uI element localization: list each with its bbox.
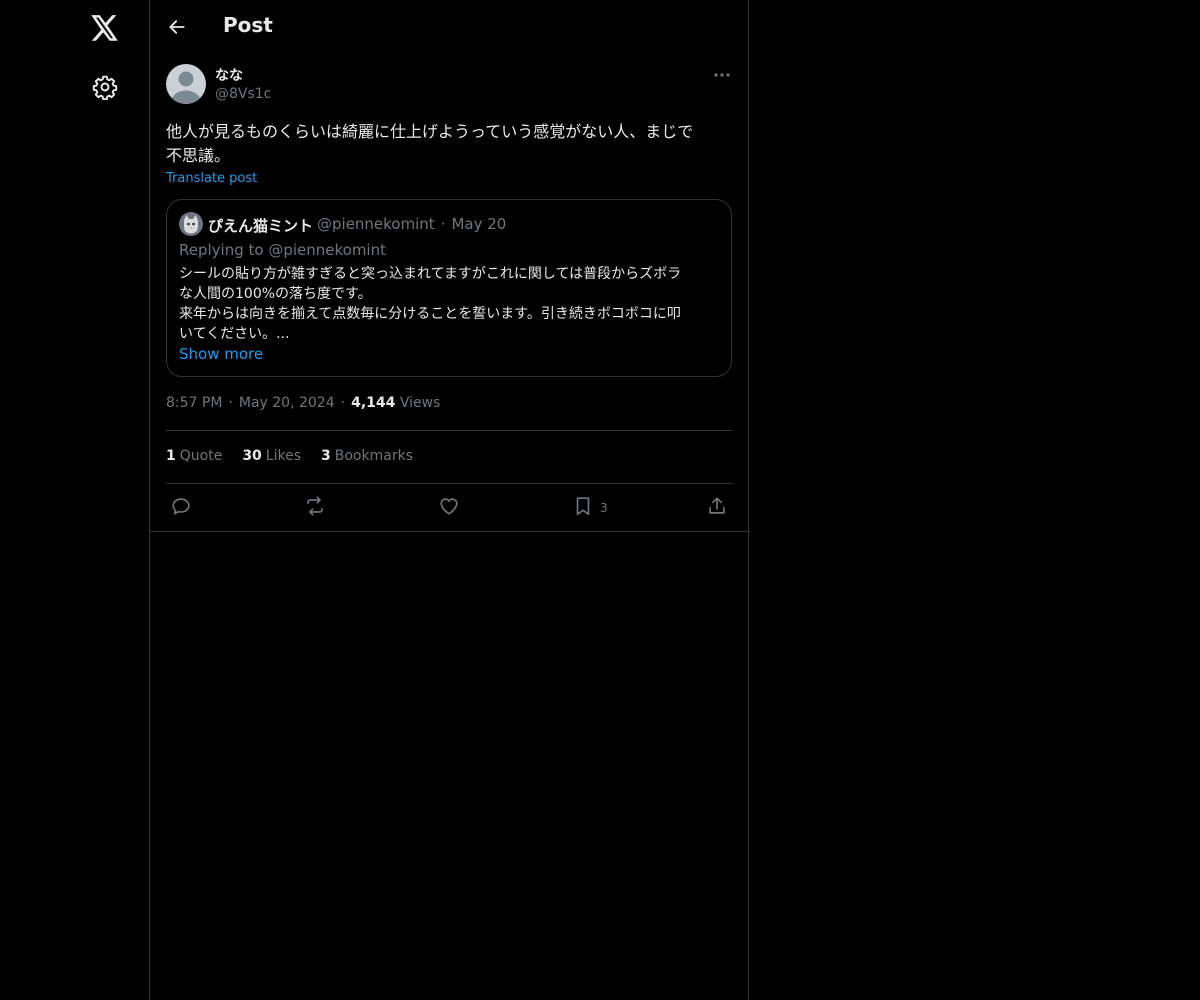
bookmarks-count: 3: [321, 448, 331, 464]
like-button[interactable]: [438, 496, 460, 520]
quoted-meta: @piennekomint · May 20: [317, 215, 506, 233]
views-separator: ·: [340, 395, 346, 411]
bookmark-button[interactable]: 3: [572, 496, 608, 520]
quoted-date: May 20: [451, 215, 507, 233]
repost-icon: [304, 495, 326, 521]
post-date[interactable]: May 20, 2024: [239, 395, 335, 411]
likes-label: Likes: [265, 448, 302, 464]
quoted-display-name: ぴえん猫ミント: [208, 217, 314, 235]
divider: [166, 483, 732, 484]
translate-post-link[interactable]: Translate post: [166, 171, 257, 186]
repost-button[interactable]: [304, 496, 326, 520]
share-icon: [706, 495, 728, 521]
main-column: Post なな @8Vs1c 他人が見るものくらいは綺麗に仕上げようっていう感覚: [149, 0, 749, 1000]
quotes-count: 1: [166, 448, 176, 464]
post-time[interactable]: 8:57 PM: [166, 395, 222, 411]
gear-icon[interactable]: [91, 73, 119, 101]
more-icon[interactable]: [710, 66, 734, 84]
quotes-label: Quote: [179, 448, 223, 464]
reply-icon: [170, 495, 192, 521]
quotes-stat[interactable]: 1 Quote: [166, 448, 222, 464]
views-count: 4,144: [351, 395, 396, 411]
views-label: Views: [399, 395, 441, 411]
timestamp-separator: ·: [228, 395, 233, 411]
author-handle[interactable]: @8Vs1c: [215, 86, 271, 102]
bookmark-icon: [572, 495, 594, 521]
left-navigation: [0, 0, 150, 1000]
like-icon: [438, 495, 460, 521]
bookmarks-label: Bookmarks: [334, 448, 413, 464]
likes-stat[interactable]: 30 Likes: [242, 448, 301, 464]
author-display-name[interactable]: なな: [215, 65, 243, 85]
engagement-stats: 1 Quote 30 Likes 3 Bookmarks: [166, 448, 413, 464]
quoted-avatar: [179, 212, 203, 236]
divider: [166, 430, 732, 431]
quoted-text: シールの貼り方が雑すぎると突っ込まれてますがこれに関しては普段からズボラ な人間…: [179, 266, 682, 342]
likes-count: 30: [242, 448, 262, 464]
share-button[interactable]: [706, 496, 728, 520]
bookmarks-stat[interactable]: 3 Bookmarks: [321, 448, 413, 464]
post-detail: なな @8Vs1c 他人が見るものくらいは綺麗に仕上げようっていう感覚がない人、…: [150, 0, 748, 532]
avatar[interactable]: [166, 64, 206, 104]
quoted-replying-to: Replying to @piennekomint: [179, 241, 386, 259]
reply-button[interactable]: [170, 496, 192, 520]
action-bar: 3: [150, 490, 748, 526]
bookmark-count: 3: [600, 501, 608, 515]
post-text: 他人が見るものくらいは綺麗に仕上げようっていう感覚がない人、まじで 不思議。: [166, 122, 694, 165]
x-logo-icon[interactable]: [89, 12, 121, 44]
post-timestamp-row: 8:57 PM · May 20, 2024 · 4,144 Views: [166, 395, 440, 411]
app-root: Post なな @8Vs1c 他人が見るものくらいは綺麗に仕上げようっていう感覚: [0, 0, 1200, 1000]
quoted-post[interactable]: ぴえん猫ミント @piennekomint · May 20 Replying to…: [166, 199, 732, 377]
quoted-separator: ·: [440, 215, 446, 233]
quoted-handle: @piennekomint: [317, 215, 435, 233]
show-more-link[interactable]: Show more: [179, 345, 263, 363]
